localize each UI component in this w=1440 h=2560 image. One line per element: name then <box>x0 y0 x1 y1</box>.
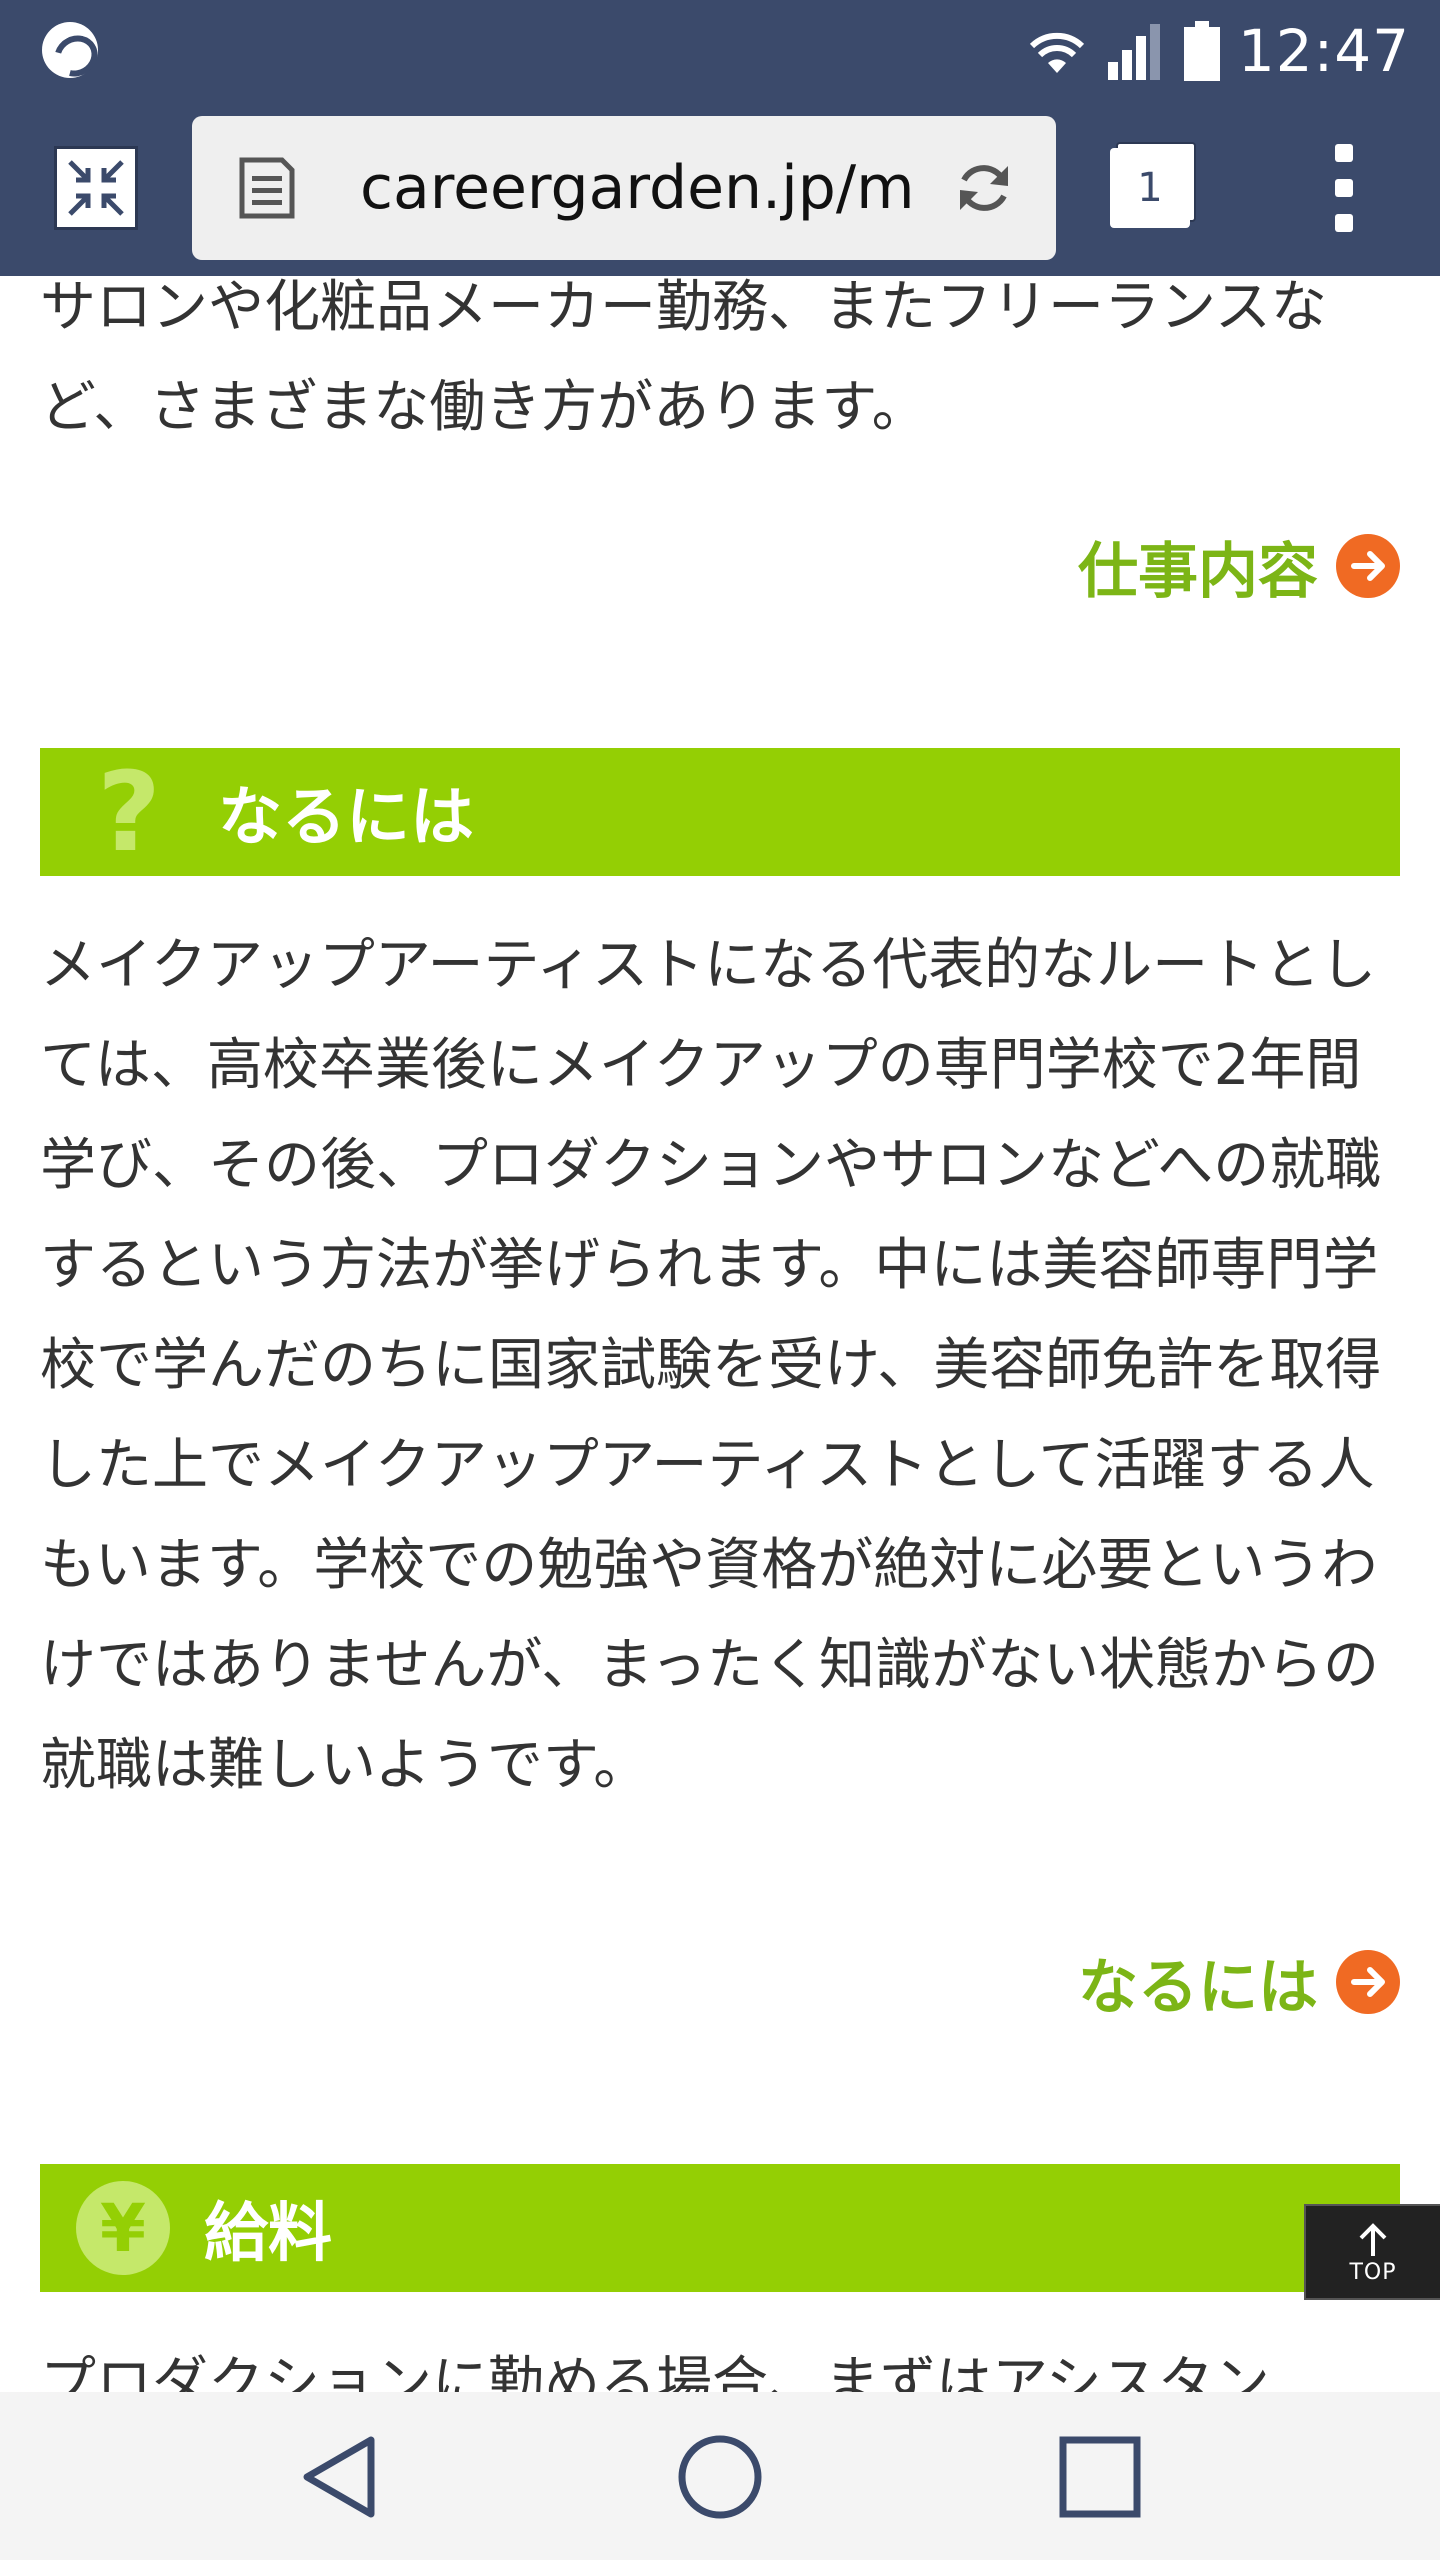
arrow-right-icon <box>1336 1950 1400 2014</box>
menu-dot <box>1335 179 1353 197</box>
section-header-how-to-become: ? なるには <box>40 748 1400 876</box>
exit-fullscreen-button[interactable] <box>54 146 138 230</box>
status-bar: 12:47 <box>0 0 1440 100</box>
job-description-link-label: 仕事内容 <box>1078 536 1318 607</box>
section-header-salary: ¥ 給料 <box>40 2164 1400 2292</box>
app-notification-icon <box>42 22 98 78</box>
shrink-icon <box>68 160 124 216</box>
back-to-top-button[interactable]: TOP <box>1304 2204 1440 2300</box>
page-content: サロンや化粧品メーカー勤務、またフリーランスなど、さまざまな働き方があります。 … <box>0 276 1440 2392</box>
job-description-link[interactable]: 仕事内容 <box>1078 526 1400 607</box>
top-label: TOP <box>1349 2259 1397 2285</box>
section-title: なるには <box>218 781 474 855</box>
section-body: プロダクションに勤める場合、まずはアシスタン <box>40 2351 1270 2392</box>
how-to-become-link[interactable]: なるには <box>1078 1942 1400 2023</box>
yen-icon: ¥ <box>76 2181 170 2275</box>
section-title: 給料 <box>204 2197 332 2271</box>
question-icon: ? <box>97 748 161 876</box>
signal-icon <box>1107 24 1160 80</box>
menu-dot <box>1335 214 1353 232</box>
section-body: メイクアップアーティストになる代表的なルートとしては、高校卒業後にメイクアップの… <box>40 933 1382 1798</box>
battery-icon <box>1183 21 1220 81</box>
browser-toolbar: careergarden.jp/m 1 <box>0 100 1440 276</box>
menu-dot <box>1335 144 1353 162</box>
reload-icon[interactable] <box>952 156 1016 220</box>
system-navigation-bar <box>0 2392 1440 2560</box>
page-info-icon[interactable] <box>234 156 298 220</box>
back-icon[interactable] <box>295 2432 385 2522</box>
clock: 12:47 <box>1237 17 1410 85</box>
how-to-become-link-label: なるには <box>1078 1952 1318 2023</box>
browser-menu-button[interactable] <box>1324 144 1364 232</box>
wifi-icon <box>1029 32 1084 73</box>
tab-switcher-button[interactable]: 1 <box>1110 148 1190 228</box>
recent-apps-icon[interactable] <box>1055 2432 1145 2522</box>
status-indicators: 12:47 <box>1026 16 1410 86</box>
url-text[interactable]: careergarden.jp/m <box>360 146 912 230</box>
arrow-right-icon <box>1336 534 1400 598</box>
arrow-up-icon <box>1359 2222 1387 2256</box>
address-bar[interactable]: careergarden.jp/m <box>192 116 1056 260</box>
home-icon[interactable] <box>675 2432 765 2522</box>
intro-text: サロンや化粧品メーカー勤務、またフリーランスなど、さまざまな働き方があります。 <box>40 276 1327 440</box>
tab-count: 1 <box>1137 165 1163 211</box>
